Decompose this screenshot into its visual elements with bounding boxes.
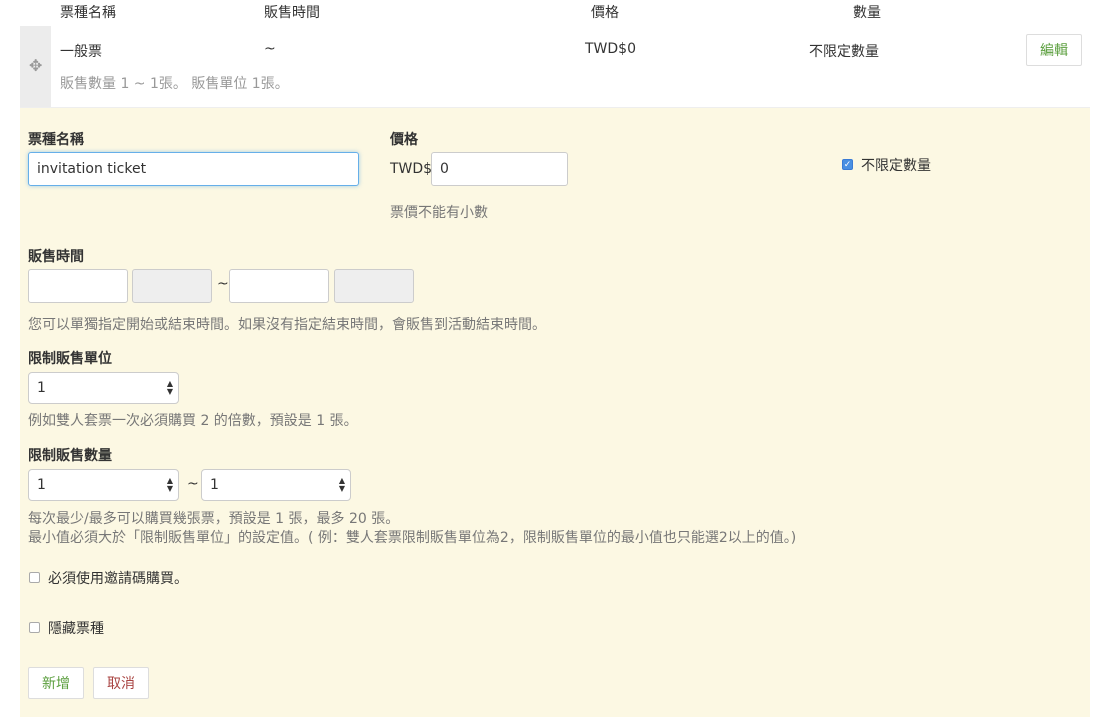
sale-start-time-input[interactable] — [132, 269, 212, 303]
sale-qty-label: 限制販售數量 — [28, 448, 112, 464]
edit-ticket-panel: 票種名稱 invitation ticket 價格 TWD$ 0 票價不能有小數… — [20, 108, 1090, 717]
select-arrows-icon: ▲ ▼ — [338, 476, 345, 493]
invite-code-label: 必須使用邀請碼購買。 — [48, 571, 188, 587]
sale-qty-max-value: 1 — [210, 477, 219, 493]
ticket-name-value: invitation ticket — [37, 161, 147, 177]
price-value: 0 — [440, 161, 449, 177]
header-quantity: 數量 — [853, 5, 881, 21]
sale-end-date-input[interactable] — [229, 269, 329, 303]
sale-unit-help: 例如雙人套票一次必須購買 2 的倍數，預設是 1 張。 — [28, 413, 358, 429]
sale-qty-min-select[interactable]: 1 ▲ ▼ — [28, 469, 179, 501]
hide-ticket-checkbox[interactable] — [29, 622, 40, 633]
header-ticket-name: 票種名稱 — [60, 5, 116, 21]
sale-unit-value: 1 — [37, 380, 46, 396]
sale-time-separator: ~ — [217, 276, 229, 292]
sale-qty-min-value: 1 — [37, 477, 46, 493]
invite-code-checkbox[interactable] — [29, 572, 40, 583]
sale-qty-separator: ~ — [187, 476, 199, 492]
row-sale-time: ~ — [264, 41, 276, 57]
row-ticket-name: 一般票 — [60, 44, 102, 60]
ticket-name-label: 票種名稱 — [28, 132, 84, 148]
table-row: ✥ 一般票 ~ TWD$0 不限定數量 販售數量 1 ~ 1張。 販售單位 1張… — [20, 26, 1090, 108]
drag-handle[interactable]: ✥ — [20, 26, 51, 107]
sale-unit-select[interactable]: 1 ▲ ▼ — [28, 372, 179, 404]
edit-button[interactable]: 編輯 — [1026, 34, 1082, 66]
sale-qty-help-1: 每次最少/最多可以購買幾張票，預設是 1 張，最多 20 張。 — [28, 511, 400, 527]
sale-qty-help-2: 最小值必須大於「限制販售單位」的設定值。( 例：雙人套票限制販售單位為2，限制販… — [28, 530, 797, 546]
sale-qty-max-select[interactable]: 1 ▲ ▼ — [201, 469, 351, 501]
cancel-button[interactable]: 取消 — [93, 667, 149, 699]
price-help: 票價不能有小數 — [390, 205, 488, 221]
header-price: 價格 — [591, 5, 619, 21]
sale-unit-label: 限制販售單位 — [28, 351, 112, 367]
unlimited-checkbox[interactable]: ✓ — [842, 159, 853, 170]
sale-end-time-input[interactable] — [334, 269, 414, 303]
add-button[interactable]: 新增 — [28, 667, 84, 699]
hide-ticket-label: 隱藏票種 — [48, 621, 104, 637]
ticket-name-input[interactable]: invitation ticket — [28, 152, 359, 186]
price-label: 價格 — [390, 132, 418, 148]
select-arrows-icon: ▲ ▼ — [166, 379, 173, 396]
row-price: TWD$0 — [585, 41, 636, 57]
price-prefix: TWD$ — [390, 161, 433, 177]
sale-time-help: 您可以單獨指定開始或結束時間。如果沒有指定結束時間，會販售到活動結束時間。 — [28, 317, 546, 333]
header-sale-time: 販售時間 — [264, 5, 320, 21]
sale-start-date-input[interactable] — [28, 269, 128, 303]
ticket-table-header: 票種名稱 販售時間 價格 數量 — [20, 0, 1090, 27]
drag-handle-icon[interactable]: ✥ — [29, 58, 42, 74]
row-note: 販售數量 1 ~ 1張。 販售單位 1張。 — [60, 76, 289, 92]
unlimited-label: 不限定數量 — [861, 158, 931, 174]
checkmark-icon: ✓ — [843, 160, 852, 170]
sale-time-label: 販售時間 — [28, 249, 84, 265]
price-input[interactable]: 0 — [431, 152, 568, 186]
select-arrows-icon: ▲ ▼ — [166, 476, 173, 493]
row-quantity: 不限定數量 — [809, 44, 879, 60]
